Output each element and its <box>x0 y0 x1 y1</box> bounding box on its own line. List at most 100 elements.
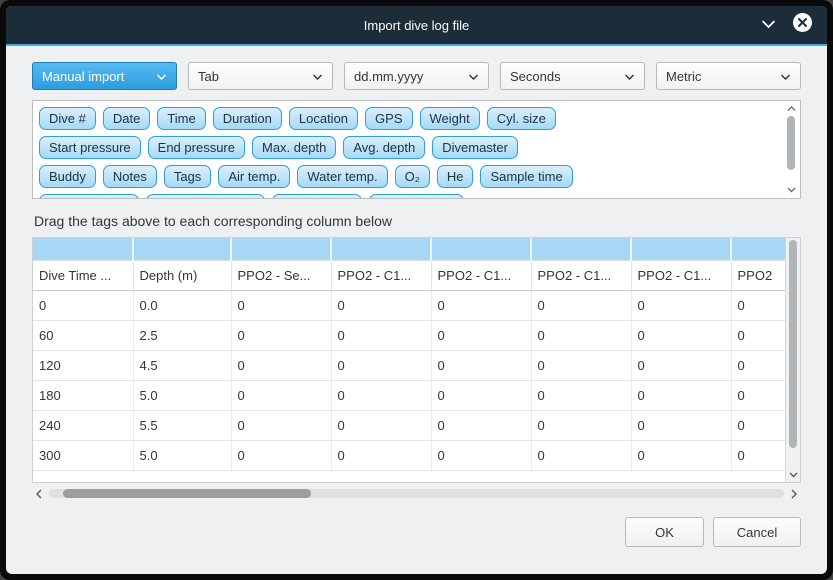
table-cell[interactable]: 0 <box>231 350 331 380</box>
table-cell[interactable]: 0 <box>331 440 431 470</box>
table-cell[interactable]: 0 <box>331 380 431 410</box>
duration-format-combo[interactable]: Seconds <box>500 62 645 90</box>
tag-sample-time[interactable]: Sample time <box>480 165 572 188</box>
titlebar[interactable]: Import dive log file <box>6 6 827 44</box>
ok-button[interactable]: OK <box>625 517 704 547</box>
table-cell[interactable]: 0.0 <box>133 290 231 320</box>
scroll-left-icon[interactable] <box>34 489 44 499</box>
tag-dive[interactable]: Dive # <box>39 107 96 130</box>
tag-tags[interactable]: Tags <box>164 165 211 188</box>
scrollbar-track[interactable] <box>49 489 784 498</box>
table-cell[interactable]: 0 <box>731 350 785 380</box>
tag-cyl-size[interactable]: Cyl. size <box>487 107 556 130</box>
table-cell[interactable]: 120 <box>33 350 133 380</box>
tag-weight[interactable]: Weight <box>420 107 480 130</box>
drop-target-cell[interactable] <box>431 238 531 260</box>
tag-sample-po[interactable]: Sample pO₂ <box>272 194 362 199</box>
table-cell[interactable]: 0 <box>231 440 331 470</box>
table-cell[interactable]: 0 <box>431 380 531 410</box>
table-cell[interactable]: 180 <box>33 380 133 410</box>
table-cell[interactable]: 0 <box>631 350 731 380</box>
table-cell[interactable]: 0 <box>531 440 631 470</box>
tag-panel-scrollbar[interactable] <box>785 103 798 196</box>
drop-target-cell[interactable] <box>231 238 331 260</box>
table-cell[interactable]: 5.0 <box>133 380 231 410</box>
table-cell[interactable]: 300 <box>33 440 133 470</box>
tag-air-temp[interactable]: Air temp. <box>218 165 290 188</box>
table-cell[interactable]: 0 <box>331 410 431 440</box>
scroll-right-icon[interactable] <box>789 489 799 499</box>
drop-target-cell[interactable] <box>33 238 133 260</box>
table-cell[interactable]: 0 <box>231 290 331 320</box>
table-cell[interactable]: 0 <box>731 320 785 350</box>
units-combo[interactable]: Metric <box>656 62 801 90</box>
tag-sample-pressure[interactable]: Sample pressure <box>146 194 264 199</box>
tag-o[interactable]: O₂ <box>395 165 430 188</box>
tag-start-pressure[interactable]: Start pressure <box>39 136 141 159</box>
drop-target-cell[interactable] <box>133 238 231 260</box>
table-cell[interactable]: 0 <box>531 320 631 350</box>
tag-duration[interactable]: Duration <box>213 107 282 130</box>
scrollbar-thumb[interactable] <box>63 489 311 498</box>
table-cell[interactable]: 0 <box>731 410 785 440</box>
close-button[interactable] <box>792 12 813 38</box>
scroll-down-icon[interactable] <box>786 469 801 481</box>
tag-divemaster[interactable]: Divemaster <box>432 136 518 159</box>
table-cell[interactable]: 0 <box>531 290 631 320</box>
table-cell[interactable]: 60 <box>33 320 133 350</box>
table-cell[interactable]: 0 <box>431 410 531 440</box>
tag-avg-depth[interactable]: Avg. depth <box>343 136 425 159</box>
tag-sample-depth[interactable]: Sample depth <box>39 194 139 199</box>
table-cell[interactable]: 0 <box>631 290 731 320</box>
scrollbar-thumb[interactable] <box>787 116 795 170</box>
scroll-down-icon[interactable] <box>785 184 798 196</box>
tag-end-pressure[interactable]: End pressure <box>148 136 245 159</box>
table-cell[interactable]: 0 <box>33 290 133 320</box>
table-cell[interactable]: 0 <box>531 410 631 440</box>
tag-max-depth[interactable]: Max. depth <box>252 136 336 159</box>
table-cell[interactable]: 0 <box>731 380 785 410</box>
table-cell[interactable]: 0 <box>431 350 531 380</box>
table-cell[interactable]: 0 <box>431 320 531 350</box>
drop-target-cell[interactable] <box>531 238 631 260</box>
table-cell[interactable]: 0 <box>231 320 331 350</box>
table-cell[interactable]: 0 <box>531 350 631 380</box>
table-vertical-scrollbar[interactable] <box>785 238 800 482</box>
table-cell[interactable]: 0 <box>231 410 331 440</box>
drop-target-cell[interactable] <box>731 238 785 260</box>
cancel-button[interactable]: Cancel <box>713 517 801 547</box>
tag-sample-cns[interactable]: Sample CNS <box>369 194 464 199</box>
table-cell[interactable]: 5.0 <box>133 440 231 470</box>
scroll-up-icon[interactable] <box>785 103 798 115</box>
drop-target-cell[interactable] <box>631 238 731 260</box>
field-separator-combo[interactable]: Tab <box>188 62 333 90</box>
shade-button[interactable] <box>761 16 776 34</box>
table-cell[interactable]: 0 <box>631 380 731 410</box>
table-cell[interactable]: 240 <box>33 410 133 440</box>
table-cell[interactable]: 0 <box>431 290 531 320</box>
tag-buddy[interactable]: Buddy <box>39 165 96 188</box>
table-cell[interactable]: 0 <box>631 410 731 440</box>
tag-he[interactable]: He <box>437 165 474 188</box>
scrollbar-thumb[interactable] <box>789 240 797 448</box>
table-cell[interactable]: 2.5 <box>133 320 231 350</box>
table-cell[interactable]: 0 <box>631 440 731 470</box>
tag-notes[interactable]: Notes <box>103 165 157 188</box>
table-cell[interactable]: 0 <box>731 290 785 320</box>
drop-target-cell[interactable] <box>331 238 431 260</box>
date-format-combo[interactable]: dd.mm.yyyy <box>344 62 489 90</box>
table-cell[interactable]: 0 <box>631 320 731 350</box>
tag-date[interactable]: Date <box>103 107 150 130</box>
table-horizontal-scrollbar[interactable] <box>32 486 801 501</box>
tag-water-temp[interactable]: Water temp. <box>297 165 387 188</box>
table-cell[interactable]: 0 <box>231 380 331 410</box>
table-cell[interactable]: 0 <box>531 380 631 410</box>
table-cell[interactable]: 0 <box>331 320 431 350</box>
table-cell[interactable]: 0 <box>331 350 431 380</box>
table-cell[interactable]: 5.5 <box>133 410 231 440</box>
tag-gps[interactable]: GPS <box>365 107 412 130</box>
tag-time[interactable]: Time <box>157 107 205 130</box>
tag-location[interactable]: Location <box>289 107 358 130</box>
table-cell[interactable]: 0 <box>331 290 431 320</box>
table-cell[interactable]: 4.5 <box>133 350 231 380</box>
